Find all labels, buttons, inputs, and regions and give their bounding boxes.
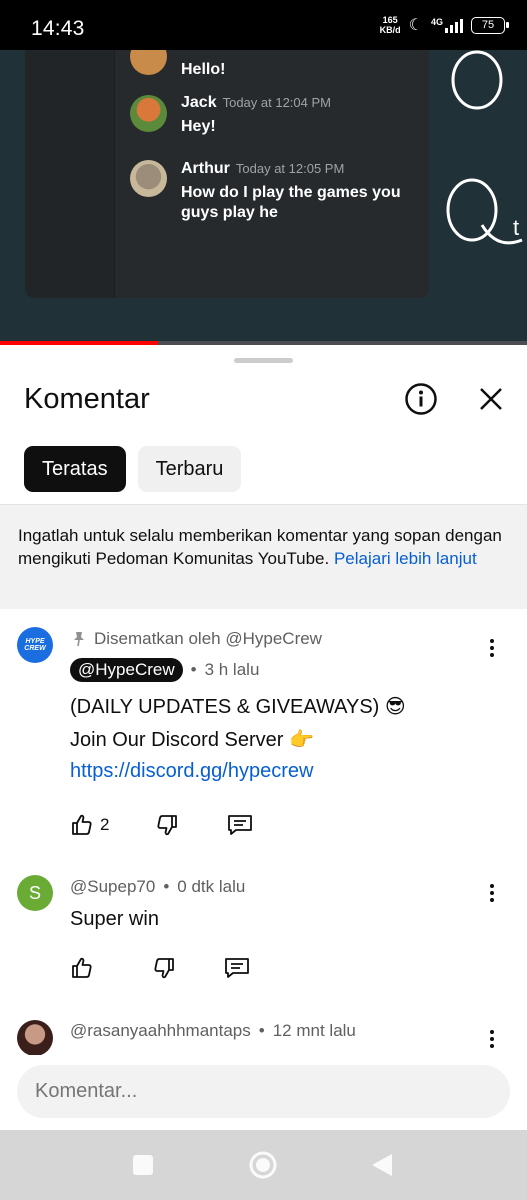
tab-terbaru[interactable]: Terbaru [137, 446, 242, 492]
status-time: 14:43 [31, 17, 85, 40]
comment-header: @HypeCrew • 3 h lalu [70, 658, 259, 682]
status-bar: 14:43 165 KB/d ☾ 4G 75 [0, 0, 527, 50]
comment-text: Super win [70, 908, 159, 930]
info-button[interactable] [401, 379, 441, 419]
more-options-button[interactable] [480, 634, 504, 662]
comment-author[interactable]: @Supep70 [70, 877, 155, 897]
pinned-label: Disematkan oleh @HypeCrew [70, 629, 322, 649]
reply-button[interactable] [224, 953, 250, 983]
system-nav-bar [0, 1130, 527, 1200]
learn-more-link[interactable]: Pelajari lebih lanjut [334, 549, 477, 568]
reply-icon [225, 958, 249, 978]
comment-link[interactable]: https://discord.gg/hypecrew [70, 760, 313, 783]
circle-icon [249, 1151, 277, 1179]
recents-button[interactable] [132, 1154, 154, 1176]
chat-message: Jack Today at 12:04 PM Hey! [181, 94, 331, 135]
comment-text: Join Our Discord Server 👉 [70, 729, 314, 751]
comment-text: (DAILY UPDATES & GIVEAWAYS) 😎 [70, 696, 406, 718]
reply-button[interactable] [227, 810, 253, 840]
sheet-title: Komentar [24, 383, 150, 415]
comment-time: 3 h lalu [204, 660, 260, 679]
avatar[interactable]: S [17, 875, 53, 911]
sort-tabs: Teratas Terbaru [24, 446, 242, 492]
comment-input[interactable] [17, 1065, 510, 1118]
dislike-button[interactable] [152, 953, 176, 983]
more-options-button[interactable] [480, 1025, 504, 1053]
comment-time: 0 dtk lalu [177, 877, 246, 896]
back-triangle-icon [372, 1154, 392, 1176]
thumbs-down-icon [157, 815, 178, 836]
square-icon [133, 1155, 153, 1175]
like-button[interactable] [70, 953, 94, 983]
moon-icon: ☾ [408, 17, 423, 34]
like-button[interactable]: 2 [70, 810, 109, 840]
signal-icon: 4G [431, 17, 463, 33]
sheet-drag-handle[interactable] [234, 358, 293, 363]
reply-icon [228, 815, 253, 835]
more-options-button[interactable] [480, 879, 504, 907]
comment-actions: 2 [70, 810, 253, 840]
avatar[interactable]: HYPE CREW [17, 627, 53, 663]
thumbs-up-icon [72, 814, 92, 835]
dislike-button[interactable] [155, 810, 179, 840]
status-icons: 165 KB/d ☾ 4G 75 [379, 15, 509, 35]
like-count: 2 [100, 815, 110, 834]
pin-icon [74, 632, 84, 647]
network-speed: 165 KB/d [379, 15, 401, 35]
comment-time: 12 mnt lalu [272, 1021, 356, 1040]
thumbs-up-icon [72, 957, 92, 978]
video-player[interactable]: Hello! Jack Today at 12:04 PM Hey! Arthur… [0, 50, 527, 345]
chat-message: Arthur Today at 12:05 PM How do I play th… [181, 160, 401, 221]
comment-actions [70, 953, 250, 983]
close-button[interactable] [471, 379, 511, 419]
comment-author[interactable]: @rasanyaahhhmantaps [70, 1021, 251, 1041]
tab-teratas[interactable]: Teratas [24, 446, 126, 492]
comment-item: @rasanyaahhhmantaps • 12 mnt lalu [0, 1013, 527, 1055]
drawing-decoration: t [446, 50, 523, 245]
chat-rail [25, 50, 115, 298]
chat-avatar [130, 95, 167, 132]
battery-icon: 75 [471, 16, 509, 34]
back-button[interactable] [370, 1152, 394, 1178]
close-icon [480, 388, 502, 410]
thumbs-down-icon [154, 958, 174, 979]
comment-header: @Supep70 • 0 dtk lalu [70, 877, 246, 897]
info-icon [405, 383, 437, 415]
author-chip[interactable]: @HypeCrew [70, 658, 183, 682]
chat-avatar [130, 160, 167, 197]
avatar[interactable] [17, 1020, 53, 1055]
comment-header: @rasanyaahhhmantaps • 12 mnt lalu [70, 1021, 356, 1041]
home-button[interactable] [248, 1150, 278, 1180]
svg-text:t: t [513, 215, 519, 240]
chat-message: Hello! [181, 61, 226, 78]
community-guidelines-notice: Ingatlah untuk selalu memberikan komenta… [0, 505, 527, 609]
